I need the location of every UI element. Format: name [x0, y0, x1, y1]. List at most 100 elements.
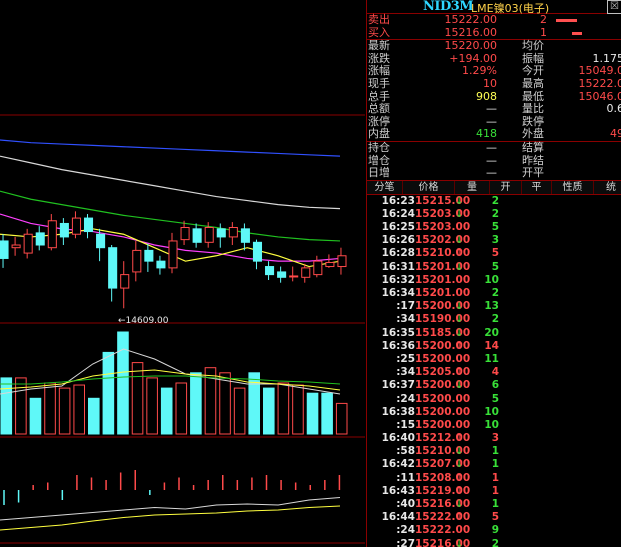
volume-bar [233, 387, 246, 435]
tick-row: :15 15200.00 10 [367, 419, 621, 432]
tick-price: 15201.00 [415, 287, 471, 300]
tab-5[interactable]: 性质 [552, 180, 594, 194]
quote-label-2: 量比 [522, 102, 544, 116]
tick-volume: 5 [491, 511, 499, 524]
tick-row: 16:23 15215.00 ↓ 2 [367, 195, 621, 208]
tick-time: :58 [396, 445, 415, 458]
tick-time: 16:36 [381, 339, 415, 352]
tick-time: 16:26 [381, 234, 415, 247]
arrow-down-icon: ↓ [455, 499, 464, 511]
low-price-label: ←14609.00 [118, 316, 169, 326]
arrow-down-icon: ↓ [455, 459, 464, 471]
tick-row: :27 15216.00 ↓ 2 [367, 538, 621, 547]
candle-body [59, 222, 69, 238]
candle-body [108, 247, 118, 289]
position-stats: 持仓 — 结算 增仓 — 昨结 日增 — 开平 [367, 140, 621, 180]
macd-line [0, 505, 341, 531]
sell-label: 卖出 [368, 13, 390, 26]
candle-body [240, 228, 250, 243]
candle-body [168, 240, 178, 269]
volume-bar [73, 384, 85, 435]
tick-time: 16:28 [381, 247, 415, 260]
tick-volume: 11 [484, 352, 499, 365]
tick-time: :34 [396, 366, 415, 379]
tab-6[interactable]: 统 [594, 181, 621, 194]
position-label: 持仓 [368, 140, 390, 154]
position-label-2: 结算 [522, 140, 544, 154]
position-row: 持仓 — 结算 [367, 140, 621, 155]
tick-price: 15200.00 [415, 418, 471, 431]
moving-average-line [0, 139, 341, 157]
candle-body [11, 244, 21, 249]
position-value: — [486, 140, 497, 154]
volume-bar [306, 392, 319, 435]
candle-body [47, 220, 57, 249]
tick-row: 16:25 15203.00 5 [367, 221, 621, 234]
tick-time: :27 [396, 537, 415, 547]
quote-row: 内盘 418 外盘 49 [367, 128, 621, 141]
tick-time: :34 [396, 313, 415, 326]
instrument-code: NID3M [423, 0, 474, 14]
volume-bar [0, 377, 13, 435]
tab-4[interactable]: 平 [522, 180, 552, 194]
tick-time: 16:25 [381, 221, 415, 234]
quote-value: 15220.00 [444, 39, 498, 53]
quote-value-2: 49 [610, 127, 621, 141]
volume-bar [175, 382, 188, 435]
tab-1[interactable]: 价格 [403, 180, 455, 194]
tick-volume: 2 [491, 313, 499, 326]
kline-chart[interactable]: ←14609.00 [0, 0, 365, 547]
candle-body [252, 241, 263, 262]
quote-label-2: 外盘 [522, 127, 544, 141]
tab-0[interactable]: 分笔 [367, 180, 403, 194]
tick-price: 15200.00 [415, 405, 471, 418]
volume-bar [146, 377, 158, 435]
candle-body [156, 260, 166, 269]
volume-bar [219, 372, 231, 435]
tick-time: 16:23 [381, 194, 415, 207]
sell-price: 15222.00 [444, 13, 498, 26]
tick-volume: 6 [491, 379, 499, 392]
candle-body [228, 227, 238, 238]
candle-body [277, 271, 287, 278]
quote-value: 418 [476, 127, 497, 141]
tick-row: 16:24 15203.00 ↓ 2 [367, 208, 621, 221]
candle-body [192, 228, 202, 243]
moving-average-line [0, 155, 341, 210]
tick-row: :58 15210.00 ↓ 1 [367, 445, 621, 458]
candle-body [337, 255, 347, 268]
tick-list[interactable]: 16:23 15215.00 ↓ 2 16:24 15203.00 ↓ 2 16:25 15203… [367, 195, 621, 547]
tick-row: 16:43 15219.00 ↑ 1 [367, 485, 621, 498]
tick-row: 16:31 15201.00 ↓ 5 [367, 261, 621, 274]
tick-volume: 2 [491, 287, 499, 300]
tick-volume: 10 [484, 405, 499, 418]
volume-bar [44, 382, 56, 435]
volume-bar [131, 362, 144, 435]
arrow-down-icon: ↓ [455, 261, 464, 273]
candle-body [289, 275, 299, 278]
quote-label: 最新 [368, 39, 390, 53]
tick-time: :24 [396, 524, 415, 537]
candle-body [313, 260, 323, 276]
arrow-down-icon: ↓ [455, 195, 464, 207]
candle-body [83, 217, 94, 233]
volume-bar [277, 382, 290, 435]
buy-row: 买入 15216.00 1 [367, 25, 621, 40]
tick-row: 16:28 15210.00 ↑ 5 [367, 247, 621, 260]
tab-3[interactable]: 开 [490, 180, 522, 194]
tick-column-headers: 分笔 价格量开平性质统 [367, 179, 621, 195]
volume-bar [292, 384, 304, 435]
close-icon[interactable]: ☒ [607, 0, 621, 14]
volume-bar [160, 387, 173, 435]
tick-volume: 5 [491, 247, 499, 260]
quote-label-2: 最高 [522, 76, 544, 90]
tick-price: 15203.00 [415, 221, 471, 234]
tick-row: :34 15190.00 ↓ 2 [367, 313, 621, 326]
buy-label: 买入 [368, 25, 390, 39]
tick-time: 16:40 [381, 432, 415, 445]
tick-volume: 13 [484, 300, 499, 313]
tab-2[interactable]: 量 [455, 180, 490, 194]
arrow-up-icon: ↑ [455, 248, 464, 260]
arrow-down-icon: ↓ [455, 208, 464, 220]
buy-qty: 1 [540, 25, 547, 39]
